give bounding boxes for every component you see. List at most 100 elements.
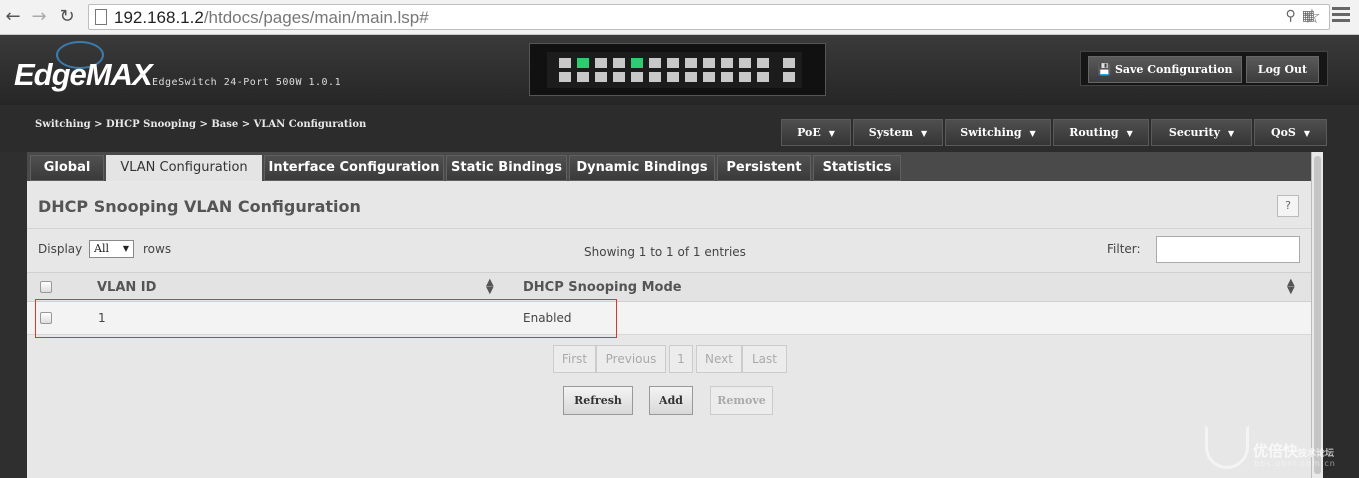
menu-switching[interactable]: Switching ▼ (945, 119, 1051, 146)
caret-down-icon: ▼ (1227, 128, 1235, 138)
tab-persistent[interactable]: Persistent (717, 155, 811, 181)
table-header: VLAN ID ▲ ▼ DHCP Snooping Mode ▲ ▼ (27, 272, 1311, 302)
tab-vlan-configuration[interactable]: VLAN Configuration (106, 155, 262, 181)
rows-per-page-select[interactable]: All ▼ (89, 240, 134, 258)
rows-select-value: All (94, 242, 109, 255)
scrollbar[interactable] (1311, 152, 1323, 478)
port-led (685, 58, 697, 68)
port-led (613, 58, 625, 68)
menu-label: QoS (1270, 126, 1296, 139)
url-path: /htdocs/pages/main/main.lsp# (203, 8, 429, 27)
menu-qos[interactable]: QoS ▼ (1254, 119, 1327, 146)
caret-down-icon: ▼ (1029, 128, 1036, 138)
edgemax-logo: EdgeMAX (14, 57, 153, 92)
menu-security[interactable]: Security ▼ (1151, 119, 1252, 146)
menu-label: System (868, 126, 914, 139)
browser-toolbar: ← → ↻ 192.168.1.2/htdocs/pages/main/main… (0, 0, 1359, 35)
url-host: 192.168.1.2 (114, 8, 204, 27)
address-bar[interactable]: 192.168.1.2/htdocs/pages/main/main.lsp# … (88, 4, 1330, 30)
browser-menu-icon[interactable] (1332, 7, 1350, 25)
help-button[interactable]: ? (1277, 195, 1299, 217)
save-configuration-button[interactable]: 💾 Save Configuration (1088, 56, 1242, 83)
menu-label: Security (1168, 126, 1220, 139)
pager-last-button[interactable]: Last (742, 345, 787, 373)
remove-button[interactable]: Remove (710, 386, 773, 415)
caret-down-icon: ▼ (1303, 128, 1311, 138)
port-led (783, 58, 795, 68)
select-all-checkbox[interactable] (40, 281, 52, 293)
url-text: 192.168.1.2/htdocs/pages/main/main.lsp# (114, 8, 429, 28)
trademark: ™ (138, 73, 145, 81)
scrollbar-thumb[interactable] (1314, 156, 1321, 474)
bookmark-star-icon[interactable]: ☆ (1303, 4, 1321, 28)
port-led (595, 58, 607, 68)
tab-statistics[interactable]: Statistics (813, 155, 901, 181)
pager-first-button[interactable]: First (553, 345, 596, 373)
rows-label: rows (143, 242, 172, 256)
add-button[interactable]: Add (649, 386, 693, 415)
sub-header: Switching > DHCP Snooping > Base > VLAN … (0, 105, 1359, 152)
port-led (685, 72, 697, 82)
caret-down-icon: ▼ (828, 128, 835, 138)
column-vlan-id[interactable]: VLAN ID (97, 280, 156, 295)
filter-label: Filter: (1107, 242, 1141, 256)
back-arrow-icon[interactable]: ← (2, 6, 24, 28)
port-led (757, 72, 769, 82)
tab-static-bindings[interactable]: Static Bindings (446, 155, 567, 181)
watermark-name: 优倍快 (1253, 442, 1299, 460)
tab-bar: Global VLAN Configuration Interface Conf… (27, 152, 1314, 181)
forward-arrow-icon[interactable]: → (28, 6, 50, 28)
highlight-box (35, 299, 617, 338)
port-led (667, 72, 679, 82)
port-led (757, 58, 769, 68)
tab-global[interactable]: Global (30, 155, 104, 181)
port-led (649, 58, 661, 68)
watermark-text: 优倍快技术论坛 (1253, 440, 1334, 461)
pager-page-button[interactable]: 1 (669, 345, 693, 373)
menu-label: Switching (960, 126, 1022, 139)
page-icon (95, 9, 107, 25)
app-header: EdgeMAX ™ EdgeSwitch 24-Port 500W 1.0.1 … (0, 35, 1359, 105)
breadcrumb: Switching > DHCP Snooping > Base > VLAN … (35, 119, 367, 130)
port-led (559, 72, 571, 82)
save-icon: 💾 (1097, 63, 1115, 76)
caret-down-icon: ▼ (921, 128, 928, 138)
watermark-url: bbs.ubnt.com.cn (1254, 459, 1336, 468)
sort-icon[interactable]: ▲ ▼ (1287, 278, 1295, 296)
port-grid (547, 52, 802, 88)
port-led (649, 72, 661, 82)
refresh-button[interactable]: Refresh (563, 386, 633, 415)
port-led (559, 58, 571, 68)
log-out-button[interactable]: Log Out (1246, 56, 1319, 83)
tab-interface-configuration[interactable]: Interface Configuration (264, 155, 444, 181)
menu-poe[interactable]: PoE ▼ (781, 119, 851, 146)
column-dhcp-snooping-mode[interactable]: DHCP Snooping Mode (523, 280, 682, 295)
sort-icon[interactable]: ▲ ▼ (486, 278, 494, 296)
watermark-logo-icon (1205, 425, 1249, 469)
page-title: DHCP Snooping VLAN Configuration (38, 197, 361, 216)
port-led (577, 58, 589, 68)
pager-previous-button[interactable]: Previous (596, 345, 666, 373)
header-actions: 💾 Save Configuration Log Out (1080, 51, 1328, 86)
menu-system[interactable]: System ▼ (853, 119, 943, 146)
port-led (703, 72, 715, 82)
menu-label: PoE (797, 126, 821, 139)
port-led (631, 58, 643, 68)
reload-icon[interactable]: ↻ (56, 6, 78, 28)
caret-down-icon: ▼ (1126, 128, 1133, 138)
filter-input[interactable] (1156, 236, 1300, 263)
tab-dynamic-bindings[interactable]: Dynamic Bindings (569, 155, 715, 181)
port-led (613, 72, 625, 82)
menu-routing[interactable]: Routing ▼ (1053, 119, 1149, 146)
switch-port-panel (529, 43, 826, 96)
port-led (783, 72, 795, 82)
divider (27, 228, 1311, 229)
port-led (721, 58, 733, 68)
dropdown-arrow-icon: ▼ (122, 244, 129, 253)
pager-next-button[interactable]: Next (696, 345, 742, 373)
port-led (739, 58, 751, 68)
port-led (595, 72, 607, 82)
save-configuration-label: Save Configuration (1114, 63, 1233, 76)
entries-info: Showing 1 to 1 of 1 entries (584, 245, 746, 259)
port-led (703, 58, 715, 68)
